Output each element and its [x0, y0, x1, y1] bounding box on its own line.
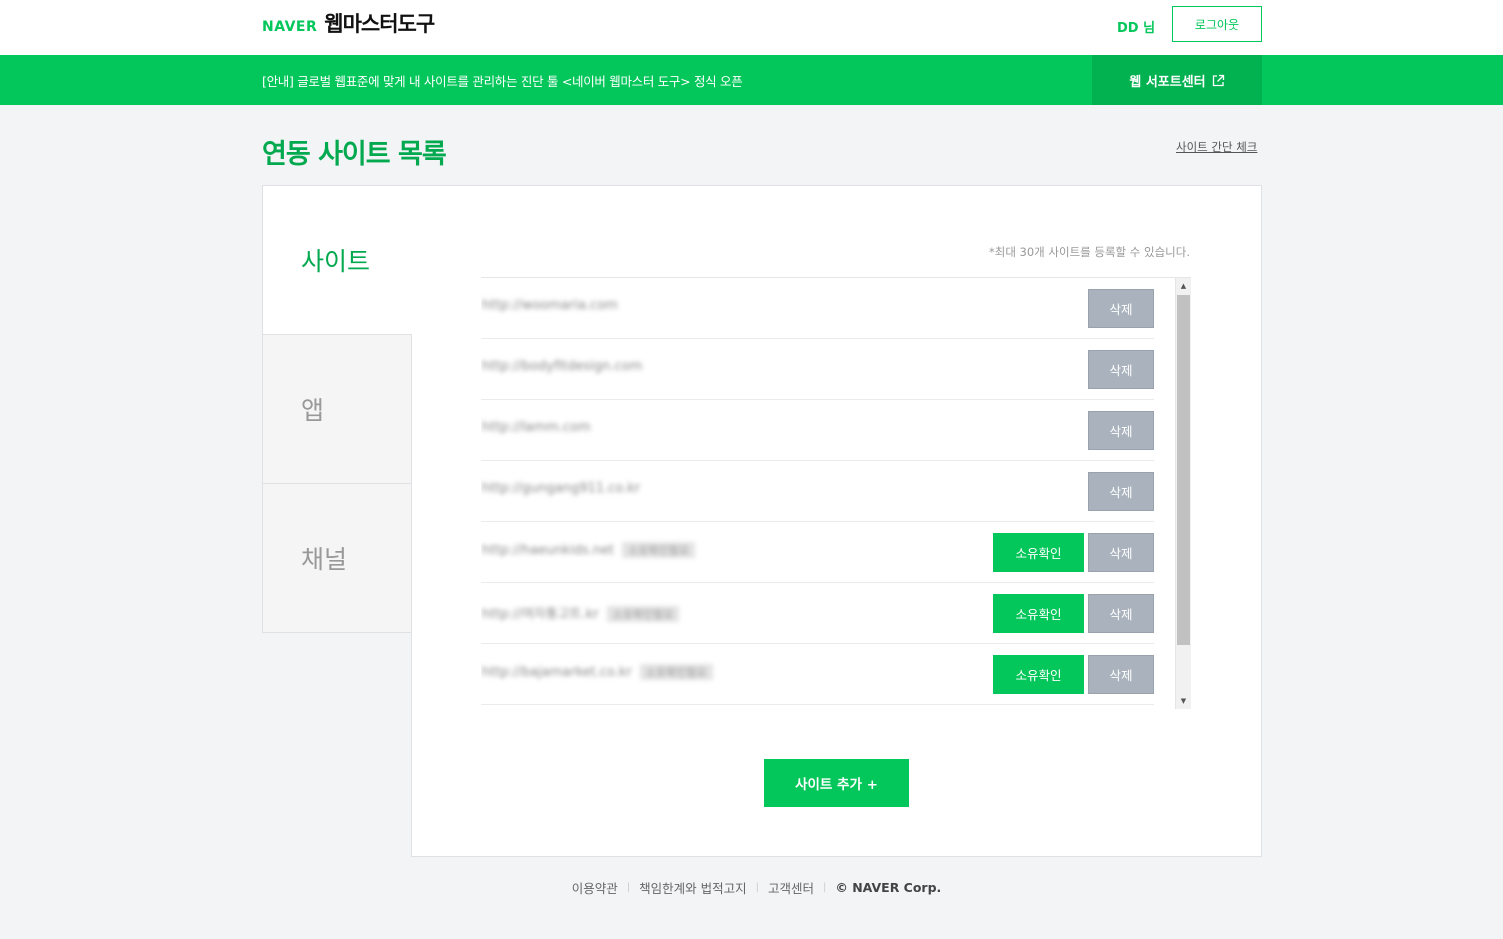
site-url[interactable]: http://bodyfitdesign.com: [482, 359, 642, 374]
unverified-tag: 소유확인필요: [622, 542, 695, 558]
site-row: http://bodyfitdesign.com 삭제: [481, 339, 1154, 400]
delete-button[interactable]: 삭제: [1088, 533, 1154, 572]
footer-divider: |: [626, 882, 631, 893]
logout-button[interactable]: 로그아웃: [1172, 6, 1262, 42]
delete-button[interactable]: 삭제: [1088, 350, 1154, 389]
site-row: http://여자통고트.kr 소유확인필요 소유확인 삭제: [481, 583, 1154, 644]
site-row: http://bajamarket.co.kr 소유확인필요 소유확인 삭제: [481, 644, 1154, 705]
naver-webmaster-logo[interactable]: NAVER 웹마스터도구: [262, 8, 435, 38]
delete-button[interactable]: 삭제: [1088, 411, 1154, 450]
site-url[interactable]: http://woomaria.com: [482, 298, 618, 313]
site-url[interactable]: http://lamm.com: [482, 420, 591, 435]
unverified-tag: 소유확인필요: [639, 664, 713, 680]
verify-ownership-button[interactable]: 소유확인: [993, 533, 1084, 572]
arrow-up-icon[interactable]: ▲: [1176, 278, 1191, 294]
web-support-center-button[interactable]: 웹 서포트센터: [1092, 55, 1262, 105]
support-center-label: 웹 서포트센터: [1129, 74, 1206, 90]
verify-ownership-button[interactable]: 소유확인: [993, 594, 1084, 633]
tab-channel[interactable]: 채널: [262, 483, 412, 633]
top-header: NAVER 웹마스터도구 DD 님 로그아웃: [0, 0, 1503, 55]
unverified-tag: 소유확인필요: [606, 606, 680, 622]
add-site-button[interactable]: 사이트 추가 +: [764, 759, 909, 807]
tab-site-label: 사이트: [301, 246, 371, 276]
notice-text[interactable]: [안내] 글로벌 웹표준에 맞게 내 사이트를 관리하는 진단 툴 <네이버 웹…: [262, 71, 743, 90]
delete-button[interactable]: 삭제: [1088, 594, 1154, 633]
tab-app-label: 앱: [301, 396, 325, 425]
site-list[interactable]: http://woomaria.com 삭제 http://bodyfitdes…: [481, 277, 1191, 709]
site-row: http://lamm.com 삭제: [481, 400, 1154, 461]
naver-logo-text: NAVER: [262, 19, 318, 35]
footer: 이용약관 | 책임한계와 법적고지 | 고객센터 | © NAVER Corp.: [0, 878, 1503, 897]
arrow-down-icon[interactable]: ▼: [1176, 693, 1191, 709]
notice-bar: [안내] 글로벌 웹표준에 맞게 내 사이트를 관리하는 진단 툴 <네이버 웹…: [0, 55, 1503, 105]
customer-center-link[interactable]: 고객센터: [768, 878, 814, 897]
site-row: http://woomaria.com 삭제: [481, 278, 1154, 339]
scrollbar-thumb[interactable]: [1177, 295, 1190, 645]
footer-divider: |: [822, 882, 827, 893]
webmaster-tools-title: 웹마스터도구: [324, 12, 435, 36]
tab-site[interactable]: 사이트: [262, 185, 412, 335]
site-limit-note: *최대 30개 사이트를 등록할 수 있습니다.: [988, 245, 1190, 259]
page-title: 연동 사이트 목록: [262, 139, 447, 170]
delete-button[interactable]: 삭제: [1088, 289, 1154, 328]
site-list-scrollbar[interactable]: ▲ ▼: [1175, 278, 1191, 709]
site-url[interactable]: http://여자통고트.kr 소유확인필요: [482, 603, 680, 622]
site-quick-check-link[interactable]: 사이트 간단 체크: [1176, 139, 1257, 155]
terms-link[interactable]: 이용약관: [572, 878, 618, 897]
site-url[interactable]: http://haeunkids.net 소유확인필요: [482, 542, 695, 558]
tab-app[interactable]: 앱: [262, 334, 412, 484]
copyright: © NAVER Corp.: [835, 880, 942, 895]
site-url[interactable]: http://bajamarket.co.kr 소유확인필요: [482, 664, 713, 680]
verify-ownership-button[interactable]: 소유확인: [993, 655, 1084, 694]
user-name: DD 님: [1117, 21, 1156, 36]
site-row: http://haeunkids.net 소유확인필요 소유확인 삭제: [481, 522, 1154, 583]
legal-notice-link[interactable]: 책임한계와 법적고지: [639, 878, 746, 897]
site-url[interactable]: http://gungang911.co.kr: [482, 481, 640, 496]
delete-button[interactable]: 삭제: [1088, 472, 1154, 511]
tab-channel-label: 채널: [301, 545, 348, 574]
site-row: http://gungang911.co.kr 삭제: [481, 461, 1154, 522]
delete-button[interactable]: 삭제: [1088, 655, 1154, 694]
external-link-icon: [1212, 74, 1224, 86]
footer-divider: |: [755, 882, 759, 893]
